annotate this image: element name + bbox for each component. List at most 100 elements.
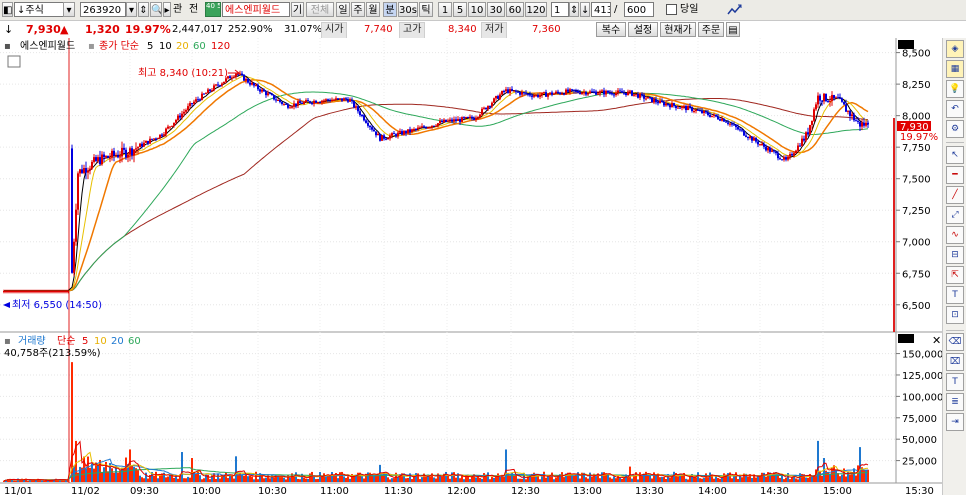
candle-body — [851, 114, 853, 116]
volume-bar — [695, 477, 697, 482]
eraser-icon[interactable]: ⌫ — [946, 333, 964, 351]
search-icon[interactable]: 🔍 — [150, 2, 162, 17]
market-select[interactable]: ↓주식 — [14, 2, 64, 17]
current-price-button[interactable]: 현재가 — [660, 22, 696, 37]
auto-trend-icon[interactable]: ⤢ — [946, 206, 964, 224]
count-stepper-icon[interactable]: ⇕ — [569, 2, 579, 17]
low-annotation: 최저 6,550 (14:50) — [12, 299, 102, 311]
scroll-end-icon[interactable]: ↓ — [580, 2, 590, 17]
order-button[interactable]: 주문 — [698, 22, 724, 37]
interval-60-button[interactable]: 60 — [506, 2, 524, 17]
close-panel-icon[interactable]: ✕ — [932, 334, 941, 347]
layers-icon[interactable]: ≣ — [946, 393, 964, 411]
volume-bar — [589, 472, 591, 482]
fibonacci-icon[interactable]: ⊟ — [946, 246, 964, 264]
volume-bar — [131, 465, 133, 482]
volume-bar — [169, 475, 171, 482]
candle-body — [21, 290, 23, 293]
period-month-label: 월 — [368, 5, 378, 16]
market-dropdown-icon[interactable]: ▾ — [63, 2, 75, 17]
stock-code-input[interactable]: 263920 — [80, 2, 126, 17]
candle-body — [861, 122, 863, 127]
erase-all-icon[interactable]: ⌧ — [946, 353, 964, 371]
candle-body — [837, 97, 839, 99]
code-stepper-icon[interactable]: ⇕ — [138, 2, 149, 17]
low-label: 저가 — [481, 22, 508, 39]
candle-body — [335, 98, 337, 100]
settings-button[interactable]: 설정 — [628, 22, 658, 37]
candle-body — [707, 112, 709, 116]
period-week-button[interactable]: 주 — [351, 2, 365, 17]
interval-10-button[interactable]: 10 — [468, 2, 486, 17]
candle-body — [637, 93, 639, 98]
candle-body — [11, 290, 13, 293]
candle-body — [585, 91, 587, 95]
position-input[interactable]: 413 — [591, 2, 611, 17]
ma10-label: 10 — [159, 41, 172, 52]
volume-bar — [561, 472, 563, 482]
count-input[interactable]: 1 — [551, 2, 569, 17]
interval-5-button[interactable]: 5 — [453, 2, 467, 17]
all-button[interactable]: 전체 — [306, 2, 334, 17]
candle-body — [607, 90, 609, 93]
prev-link-button[interactable]: 전 — [189, 2, 203, 17]
green-badge-label: 40 50 — [206, 2, 220, 10]
open-value: 7,740 — [364, 24, 393, 35]
arrow-tool-icon[interactable]: ⇱ — [946, 266, 964, 284]
volume-bar — [587, 478, 589, 482]
interval-30-button[interactable]: 30 — [487, 2, 505, 17]
cursor-icon[interactable]: ↖ — [946, 146, 964, 164]
volume-panel-corner-icon[interactable] — [898, 334, 914, 343]
trend-line-icon[interactable]: ╱ — [946, 186, 964, 204]
lightbulb-icon[interactable]: 💡 — [946, 80, 964, 98]
undo-icon[interactable]: ↶ — [946, 100, 964, 118]
period-tick-button[interactable]: 틱 — [419, 2, 433, 17]
text-box-icon[interactable]: T — [946, 373, 964, 391]
candle-body — [525, 92, 527, 94]
search-link-button[interactable]: 관 — [173, 2, 187, 17]
next-arrow-icon[interactable]: ▸ — [163, 2, 171, 17]
multi-button[interactable]: 복수 — [596, 22, 626, 37]
gi-button[interactable]: 기 — [291, 2, 304, 17]
interval-120-button[interactable]: 120 — [525, 2, 547, 17]
line-tool-icon[interactable]: ━ — [946, 166, 964, 184]
candle-body — [559, 92, 561, 94]
grid-icon[interactable]: ▤ — [726, 22, 740, 37]
volume-tick-label: 150,000 — [902, 350, 942, 361]
period-minute-button[interactable]: 분 — [383, 2, 397, 17]
period-month-button[interactable]: 월 — [366, 2, 380, 17]
volume-bar — [183, 478, 185, 482]
text-tool-icon[interactable]: T — [946, 286, 964, 304]
window-menu-icon[interactable]: ◧ — [2, 2, 13, 17]
open-label: 시가 — [321, 22, 348, 39]
green-badge-button[interactable]: 40 50 — [205, 2, 221, 17]
wave-tool-icon[interactable]: ∿ — [946, 226, 964, 244]
volume-bar — [407, 478, 409, 482]
period-day-button[interactable]: 일 — [336, 2, 350, 17]
chart-area[interactable]: ▪ 에스엔피월드 ▪ 종가 단순 5 10 20 60 120 ✕ 8,500 8… — [0, 38, 942, 495]
candle-body — [833, 95, 835, 99]
candle-body — [665, 103, 667, 106]
total-count-input[interactable]: 600 — [624, 2, 654, 17]
stock-name-field[interactable]: 에스엔피월드 — [222, 2, 290, 17]
panel-toggle-box[interactable] — [7, 55, 21, 68]
volume-bar — [373, 475, 375, 482]
toolbar-tool-icon[interactable] — [727, 2, 743, 17]
today-checkbox[interactable] — [666, 4, 677, 15]
volume-bar — [497, 473, 499, 482]
candle-body — [139, 143, 141, 148]
volume-bar — [841, 474, 843, 482]
tool-palette-icon[interactable]: ▦ — [946, 60, 964, 78]
code-dropdown-icon[interactable]: ▾ — [126, 2, 137, 17]
indicator-tool-icon[interactable]: ◈ — [946, 40, 964, 58]
candle-body — [863, 122, 865, 126]
settings-chart-icon[interactable]: ⚙ — [946, 120, 964, 138]
volume-bar — [713, 478, 715, 482]
volume-bar — [283, 477, 285, 482]
measure-tool-icon[interactable]: ⊡ — [946, 306, 964, 324]
candle-body — [701, 110, 703, 114]
interval-1-button[interactable]: 1 — [438, 2, 452, 17]
period-30s-button[interactable]: 30s — [398, 2, 418, 17]
export-icon[interactable]: ⇥ — [946, 413, 964, 431]
candle-body — [223, 81, 225, 84]
